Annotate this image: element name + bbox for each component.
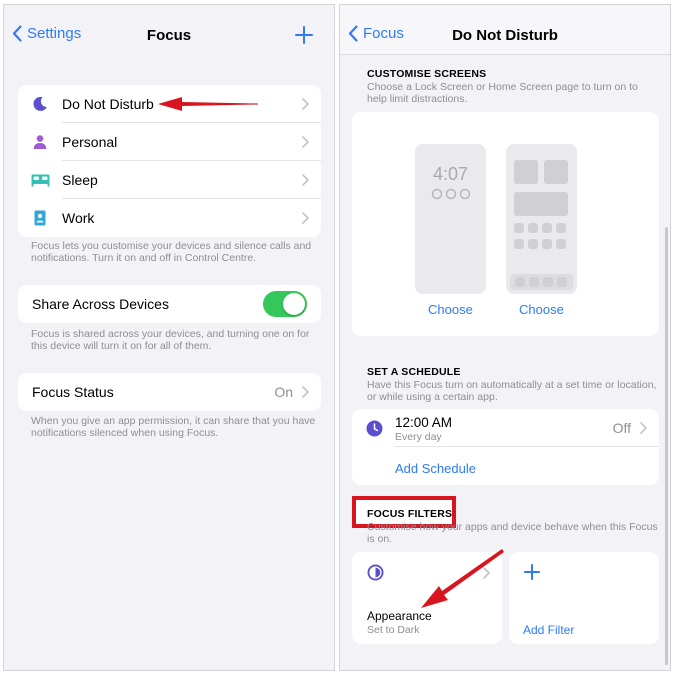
home-screen-preview[interactable] xyxy=(506,144,577,294)
schedule-time: 12:00 AM xyxy=(395,415,453,430)
focus-status-value: On xyxy=(274,384,293,400)
focus-status-note: When you give an app permission, it can … xyxy=(31,415,316,439)
appearance-value: Set to Dark xyxy=(367,624,420,636)
focus-item-label: Work xyxy=(62,210,95,226)
schedule-days: Every day xyxy=(395,431,442,443)
focus-status-group: Focus Status On xyxy=(18,373,321,411)
focus-modes-note: Focus lets you customise your devices an… xyxy=(31,240,312,264)
schedule-state: Off xyxy=(612,420,631,436)
page-title: Do Not Disturb xyxy=(452,27,558,44)
annotation-arrow xyxy=(158,97,258,111)
focus-status-row[interactable]: Focus Status On xyxy=(18,373,321,411)
focus-item-work[interactable]: Work xyxy=(18,199,321,237)
bed-icon xyxy=(18,174,62,187)
nav-bar: Settings Focus xyxy=(4,5,334,55)
share-across-devices-group: Share Across Devices xyxy=(18,285,321,323)
focus-item-personal[interactable]: Personal xyxy=(18,123,321,161)
customise-screens-header: CUSTOMISE SCREENS xyxy=(367,68,487,80)
chevron-right-icon xyxy=(302,98,309,110)
chevron-right-icon xyxy=(302,174,309,186)
schedule-card: 12:00 AM Every day Off Add Schedule xyxy=(352,409,659,485)
lock-screen-time: 4:07 xyxy=(432,164,469,184)
share-toggle[interactable] xyxy=(263,291,307,317)
add-filter-label: Add Filter xyxy=(523,623,575,637)
add-filter-card[interactable]: Add Filter xyxy=(509,552,659,644)
choose-home-screen-button[interactable]: Choose xyxy=(519,302,564,317)
schedule-item[interactable]: 12:00 AM Every day Off xyxy=(352,409,659,447)
focus-item-label: Sleep xyxy=(62,172,98,188)
appearance-icon xyxy=(367,564,384,581)
person-icon xyxy=(18,134,62,150)
id-badge-icon xyxy=(18,210,62,226)
lock-screen-preview[interactable]: 4:07 xyxy=(415,144,486,294)
nav-bar: Focus Do Not Disturb xyxy=(340,5,670,55)
chevron-right-icon xyxy=(302,136,309,148)
chevron-right-icon xyxy=(640,422,647,434)
do-not-disturb-screen: Focus Do Not Disturb CUSTOMISE SCREENS C… xyxy=(339,4,671,671)
widget-circles xyxy=(431,187,471,205)
choose-lock-screen-button[interactable]: Choose xyxy=(428,302,473,317)
customise-screens-card: 4:07 Choose Choose xyxy=(352,112,659,336)
add-schedule-button[interactable]: Add Schedule xyxy=(395,461,476,476)
focus-item-sleep[interactable]: Sleep xyxy=(18,161,321,199)
share-note: Focus is shared across your devices, and… xyxy=(31,328,310,352)
set-schedule-header: SET A SCHEDULE xyxy=(367,366,461,378)
page-title: Focus xyxy=(146,27,192,44)
moon-icon xyxy=(18,96,62,112)
add-icon xyxy=(524,564,540,580)
chevron-right-icon xyxy=(302,386,309,398)
share-across-devices-row: Share Across Devices xyxy=(18,285,321,323)
focus-filters-subtitle: Customise how your apps and device behav… xyxy=(367,521,658,545)
chevron-right-icon xyxy=(302,212,309,224)
clock-icon xyxy=(366,420,383,437)
scrollbar[interactable] xyxy=(665,227,668,665)
focus-item-label: Personal xyxy=(62,134,118,150)
focus-filters-header: FOCUS FILTERS xyxy=(367,508,453,520)
customise-screens-subtitle: Choose a Lock Screen or Home Screen page… xyxy=(367,81,638,105)
annotation-arrow xyxy=(421,549,504,608)
set-schedule-subtitle: Have this Focus turn on automatically at… xyxy=(367,379,657,403)
focus-settings-screen: Settings Focus Do Not Disturb Personal S… xyxy=(3,4,335,671)
add-icon[interactable] xyxy=(294,25,314,45)
